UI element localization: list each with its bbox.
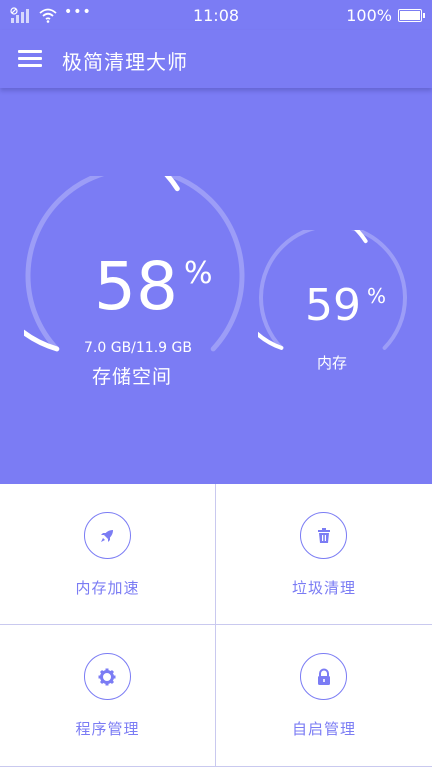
rocket-icon bbox=[101, 529, 113, 542]
status-icons-right: 100% bbox=[346, 6, 425, 25]
lock-icon-circle bbox=[300, 653, 347, 700]
rocket-icon-circle bbox=[83, 512, 131, 559]
gear-icon bbox=[98, 668, 116, 685]
autostart-manager-label: 自启管理 bbox=[291, 720, 356, 738]
storage-percent-value: 58 bbox=[94, 248, 178, 325]
menu-icon[interactable] bbox=[18, 50, 42, 68]
memory-label: 内存 bbox=[317, 354, 348, 372]
app-title: 极简清理大师 bbox=[62, 50, 188, 74]
memory-boost-label: 内存加速 bbox=[75, 579, 140, 597]
trash-icon-circle bbox=[300, 512, 347, 559]
gear-icon-circle bbox=[83, 653, 131, 700]
dashboard-header: ••• 11:08 100% 极简清理大师 58 % 7.0 GB/11.9 G… bbox=[0, 0, 432, 484]
battery-percentage: 100% bbox=[346, 6, 392, 25]
autostart-manager-button[interactable]: 自启管理 bbox=[216, 625, 432, 767]
junk-clean-label: 垃圾清理 bbox=[291, 579, 356, 597]
memory-boost-button[interactable]: 内存加速 bbox=[0, 484, 216, 625]
app-manager-label: 程序管理 bbox=[75, 720, 140, 738]
status-bar: ••• 11:08 100% bbox=[0, 0, 432, 30]
storage-capacity: 7.0 GB/11.9 GB bbox=[84, 340, 192, 356]
battery-icon bbox=[398, 9, 425, 22]
storage-percent-sign: % bbox=[184, 256, 213, 291]
trash-icon bbox=[317, 527, 330, 543]
app-bar: 极简清理大师 bbox=[0, 30, 432, 88]
lock-icon bbox=[317, 668, 330, 685]
memory-percent-value: 59 bbox=[305, 280, 361, 331]
memory-percent-sign: % bbox=[367, 284, 387, 308]
app-manager-button[interactable]: 程序管理 bbox=[0, 625, 216, 767]
storage-label: 存储空间 bbox=[92, 366, 173, 388]
action-grid: 内存加速 垃圾清理 程序管理 自启管理 bbox=[0, 484, 432, 767]
junk-clean-button[interactable]: 垃圾清理 bbox=[216, 484, 432, 625]
